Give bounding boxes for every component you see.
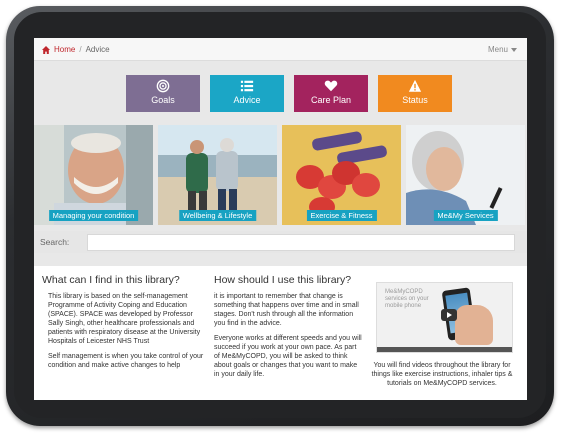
nav-goals-button[interactable]: Goals <box>126 75 200 112</box>
warning-icon <box>408 79 422 92</box>
tile-exercise-fitness[interactable]: Exercise & Fitness <box>282 125 401 225</box>
what-paragraph-1: This library is based on the self-manage… <box>48 293 201 345</box>
category-tiles: Managing your condition Wellbeing & Life… <box>34 125 527 225</box>
nav-status-button[interactable]: Status <box>378 75 452 112</box>
breadcrumb-current: Advice <box>85 45 110 54</box>
menu-button[interactable]: Menu <box>488 45 517 54</box>
menu-label: Menu <box>487 45 508 54</box>
nav-care-plan-label: Care Plan <box>310 95 352 105</box>
video-thumb-text: Me&MyCOPD services on your mobile phone <box>385 289 429 309</box>
what-heading: What can I find in this library? <box>42 274 180 286</box>
breadcrumb-home-link[interactable]: Home <box>54 45 75 54</box>
search-input[interactable] <box>87 234 515 251</box>
chevron-down-icon <box>511 47 517 52</box>
video-caption: You will find videos throughout the libr… <box>371 362 513 387</box>
tile-me-my-services[interactable]: Me&My Services <box>406 125 525 225</box>
library-content: What can I find in this library? This li… <box>34 266 527 400</box>
what-paragraph-2: Self management is when you take control… <box>48 353 204 369</box>
nav-care-plan-button[interactable]: Care Plan <box>294 75 368 112</box>
how-column: How should I use this library? it is imp… <box>214 274 364 385</box>
breadcrumb: Home / Advice <box>42 45 110 54</box>
nav-advice-button[interactable]: Advice <box>210 75 284 112</box>
tile-wellbeing-lifestyle[interactable]: Wellbeing & Lifestyle <box>158 125 277 225</box>
section-nav: Goals Advice Care Plan Status <box>126 75 452 112</box>
nav-status-label: Status <box>402 95 428 105</box>
target-icon <box>156 79 170 93</box>
search-row: Search: <box>34 231 527 253</box>
play-icon[interactable] <box>441 309 457 321</box>
nav-advice-label: Advice <box>233 95 261 105</box>
tile-caption: Managing your condition <box>48 210 139 221</box>
breadcrumb-separator: / <box>79 45 82 54</box>
video-progress-bar[interactable] <box>377 347 512 352</box>
tile-caption: Me&My Services <box>433 210 498 221</box>
home-icon[interactable] <box>42 45 50 54</box>
hand-image <box>455 305 493 345</box>
search-label: Search: <box>40 237 70 247</box>
how-heading: How should I use this library? <box>214 274 352 286</box>
nav-goals-label: Goals <box>151 95 175 105</box>
heart-icon <box>324 80 338 92</box>
top-bar: Home / Advice Menu <box>34 38 527 61</box>
what-column: What can I find in this library? This li… <box>42 274 207 376</box>
video-player[interactable]: Me&MyCOPD services on your mobile phone <box>376 282 513 353</box>
tile-caption: Wellbeing & Lifestyle <box>178 210 257 221</box>
list-icon <box>240 80 254 92</box>
tile-managing-condition[interactable]: Managing your condition <box>34 125 153 225</box>
how-paragraph-2: Everyone works at different speeds and y… <box>214 335 362 378</box>
app-screen: Home / Advice Menu Goals Advice Care Pla… <box>34 38 527 400</box>
how-paragraph-1: it is important to remember that change … <box>214 293 359 327</box>
tile-caption: Exercise & Fitness <box>306 210 377 221</box>
